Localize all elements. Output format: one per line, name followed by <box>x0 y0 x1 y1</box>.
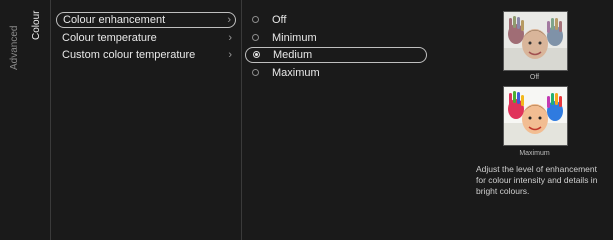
description-line: bright colours. <box>476 186 530 196</box>
preview-caption-off: Off <box>529 74 540 81</box>
tab-advanced[interactable]: Advanced <box>9 0 20 70</box>
menu-item-label: Colour enhancement <box>63 14 166 26</box>
tab-colour[interactable]: Colour <box>31 0 42 40</box>
menu-item-label: Custom colour temperature <box>62 49 196 61</box>
option-maximum[interactable]: Maximum <box>245 65 427 81</box>
option-label: Minimum <box>272 32 317 44</box>
preview-image-off <box>503 11 568 71</box>
menu-item-label: Colour temperature <box>62 32 157 44</box>
divider-left <box>50 0 51 240</box>
preview-image-maximum <box>503 86 568 146</box>
option-label: Maximum <box>272 67 320 79</box>
chevron-right-icon: › <box>228 49 232 61</box>
option-medium[interactable]: Medium <box>245 47 427 63</box>
menu-item-colour-enhancement[interactable]: Colour enhancement › <box>56 12 236 28</box>
description-line: for colour intensity and details in <box>476 175 598 185</box>
divider-middle <box>241 0 242 240</box>
radio-icon <box>252 16 259 23</box>
option-label: Medium <box>273 49 313 61</box>
radio-icon <box>252 69 259 76</box>
option-minimum[interactable]: Minimum <box>245 30 427 46</box>
description-line: Adjust the level of enhancement <box>476 164 597 174</box>
chevron-right-icon: › <box>227 14 231 26</box>
option-label: Off <box>272 14 287 26</box>
radio-icon <box>252 34 259 41</box>
description-text: Adjust the level of enhancement for colo… <box>476 164 613 197</box>
option-off[interactable]: Off <box>245 12 427 28</box>
menu-item-colour-temperature[interactable]: Colour temperature › <box>56 30 236 46</box>
preview-caption-maximum: Maximum <box>519 150 550 157</box>
menu-item-custom-colour-temperature[interactable]: Custom colour temperature › <box>56 47 236 63</box>
chevron-right-icon: › <box>228 32 232 44</box>
radio-checked-icon <box>253 51 260 58</box>
